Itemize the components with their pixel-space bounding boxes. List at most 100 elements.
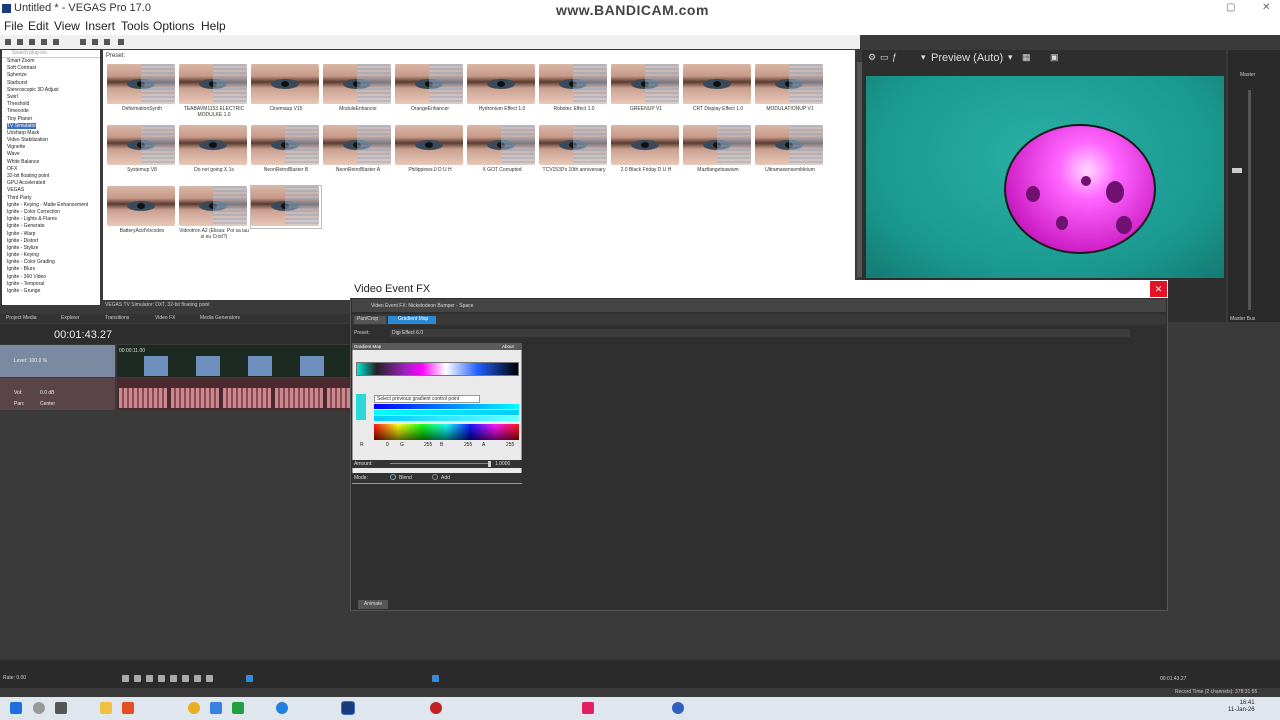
dialog-close-button[interactable]: ✕ [1150,281,1167,297]
task-view-icon[interactable] [55,702,67,714]
tree-item[interactable]: Spherize [2,72,100,79]
tree-item[interactable]: Ignite - Stylize [2,245,100,252]
preset-thumbnail[interactable]: Philippines.0 D U H [395,125,465,173]
preset-dropdown[interactable]: Digi Effect 6.0 [390,329,1130,337]
video-clip[interactable] [300,356,324,376]
play-icon[interactable] [158,675,165,682]
video-clip[interactable] [248,356,272,376]
redo-icon[interactable] [118,39,124,45]
app3-icon[interactable] [582,702,594,714]
undo-icon[interactable] [104,39,110,45]
tree-item[interactable]: Ignite - Keying - Matte Enhancement [2,202,100,209]
tree-item[interactable]: VEGAS [2,187,100,194]
preset-thumbnail[interactable]: NeonRetroBlaster A [323,125,393,173]
tree-item[interactable]: OFX [2,166,100,173]
menu-insert[interactable]: Insert [85,19,115,33]
menu-edit[interactable]: Edit [28,19,49,33]
properties-icon[interactable] [41,39,47,45]
tree-item[interactable]: Stereoscopic 3D Adjust [2,87,100,94]
animate-button[interactable]: Animate [358,600,388,609]
preset-thumbnail[interactable]: 2.0 Black Friday D U H [611,125,681,173]
tree-item[interactable]: Timecode [2,108,100,115]
prev-frame-icon[interactable] [194,675,201,682]
bandicam-icon[interactable] [430,702,442,714]
menu-file[interactable]: File [4,19,23,33]
tree-item[interactable]: Starburst [2,80,100,87]
chain-pan-crop[interactable]: Pan/Crop [354,316,386,324]
search-icon[interactable] [33,702,45,714]
maximize-icon[interactable]: ▢ [1226,2,1235,13]
preset-thumbnail[interactable]: GREENUP V1 [611,64,681,112]
mode-blend-radio[interactable] [390,474,396,480]
tree-item[interactable]: Ignite - Lights & Flares [2,216,100,223]
preset-thumbnail[interactable]: ModuleEnhancer [323,64,393,112]
overlay-icon[interactable]: ▦ [1022,52,1031,63]
file-explorer-icon[interactable] [100,702,112,714]
tree-item[interactable]: Ignite - Keying [2,252,100,259]
preset-thumbnail[interactable]: MODULATIONUP V1 [755,64,825,112]
tab-explorer[interactable]: Explorer [61,315,80,321]
close-icon[interactable]: ✕ [1262,2,1270,13]
preset-thumbnail[interactable]: Cinemaup V15 [251,64,321,112]
preset-thumbnail[interactable]: Do not going X 1s [179,125,249,173]
tree-item[interactable]: Soft Contrast [2,65,100,72]
tree-item[interactable]: Ignite - 360 Video [2,274,100,281]
app4-icon[interactable] [672,702,684,714]
open-icon[interactable] [17,39,23,45]
tree-item[interactable]: Ignite - Blurs [2,266,100,273]
menu-view[interactable]: View [54,19,80,33]
tab-video-fx[interactable]: Video FX [155,315,175,321]
tree-item[interactable]: Ignite - Grunge [2,288,100,295]
tree-search-input[interactable]: Search plug-ins [2,50,100,58]
cut-icon[interactable] [80,39,86,45]
tree-item[interactable]: Vignette [2,144,100,151]
audio-clip[interactable] [119,388,167,408]
preset-thumbnail[interactable]: DeformationSynth [107,64,177,112]
preset-thumbnail[interactable]: Robotec Effect 1.0 [539,64,609,112]
app-icon[interactable] [210,702,222,714]
tree-item[interactable]: Ignite - Distort [2,238,100,245]
snapshot-icon[interactable]: ▣ [1050,52,1059,63]
preview-settings-icon[interactable]: ⚙ [868,52,876,63]
gradient-bar[interactable] [356,362,519,376]
master-fader[interactable] [1232,168,1242,173]
dropdown-icon[interactable]: ▾ [921,52,926,63]
chain-gradient-map[interactable]: Gradient Map [388,316,436,324]
amount-slider-thumb[interactable] [488,461,491,467]
preset-thumbnail[interactable]: TCV1530's 10th anniversary [539,125,609,173]
nvidia-icon[interactable] [232,702,244,714]
preset-thumbnail[interactable]: Mazfiangetsawium [683,125,753,173]
preset-thumbnail[interactable]: Systemup V8 [107,125,177,173]
preset-thumbnail[interactable]: Hydronium Effect 1.0 [467,64,537,112]
menu-options[interactable]: Options [153,19,194,33]
tree-item[interactable]: TV Simulator [2,122,100,130]
tab-project-media[interactable]: Project Media [6,315,37,321]
menu-help[interactable]: Help [201,19,226,33]
menu-tools[interactable]: Tools [121,19,149,33]
external-monitor-icon[interactable]: ▭ [880,52,889,63]
loop-icon[interactable] [134,675,141,682]
video-clip[interactable] [196,356,220,376]
preset-thumbnail[interactable]: X GOT Corrupted [467,125,537,173]
video-track-header[interactable]: Level: 100.0 % [0,345,115,377]
vegas-taskbar-icon[interactable] [341,701,355,715]
split-screen-icon[interactable]: ▾ [1008,52,1013,63]
a-value[interactable]: 255 [506,442,514,448]
tab-media-generators[interactable]: Media Generators [200,315,240,321]
chrome-icon[interactable] [188,702,200,714]
pause-icon[interactable] [170,675,177,682]
tree-item[interactable]: Video Stabilization [2,137,100,144]
audio-clip[interactable] [223,388,271,408]
tab-transitions[interactable]: Transitions [105,315,129,321]
normal-edit-tool-icon[interactable] [246,675,253,682]
tree-item[interactable]: GPU Accelerated [2,180,100,187]
r-value[interactable]: 0 [386,442,389,448]
preset-thumbnail[interactable]: Ultramaxensembleium [755,125,825,173]
tree-item[interactable]: Ignite - Temporal [2,281,100,288]
b-value[interactable]: 255 [464,442,472,448]
stop-icon[interactable] [182,675,189,682]
tree-item[interactable]: Wave [2,151,100,158]
preset-thumbnail[interactable]: NeonRetroBlaster B [251,125,321,173]
mode-add-radio[interactable] [432,474,438,480]
preset-thumbnail[interactable]: TEABAVM1153 ELECTRIC MODULKE 1.0 [179,64,249,118]
